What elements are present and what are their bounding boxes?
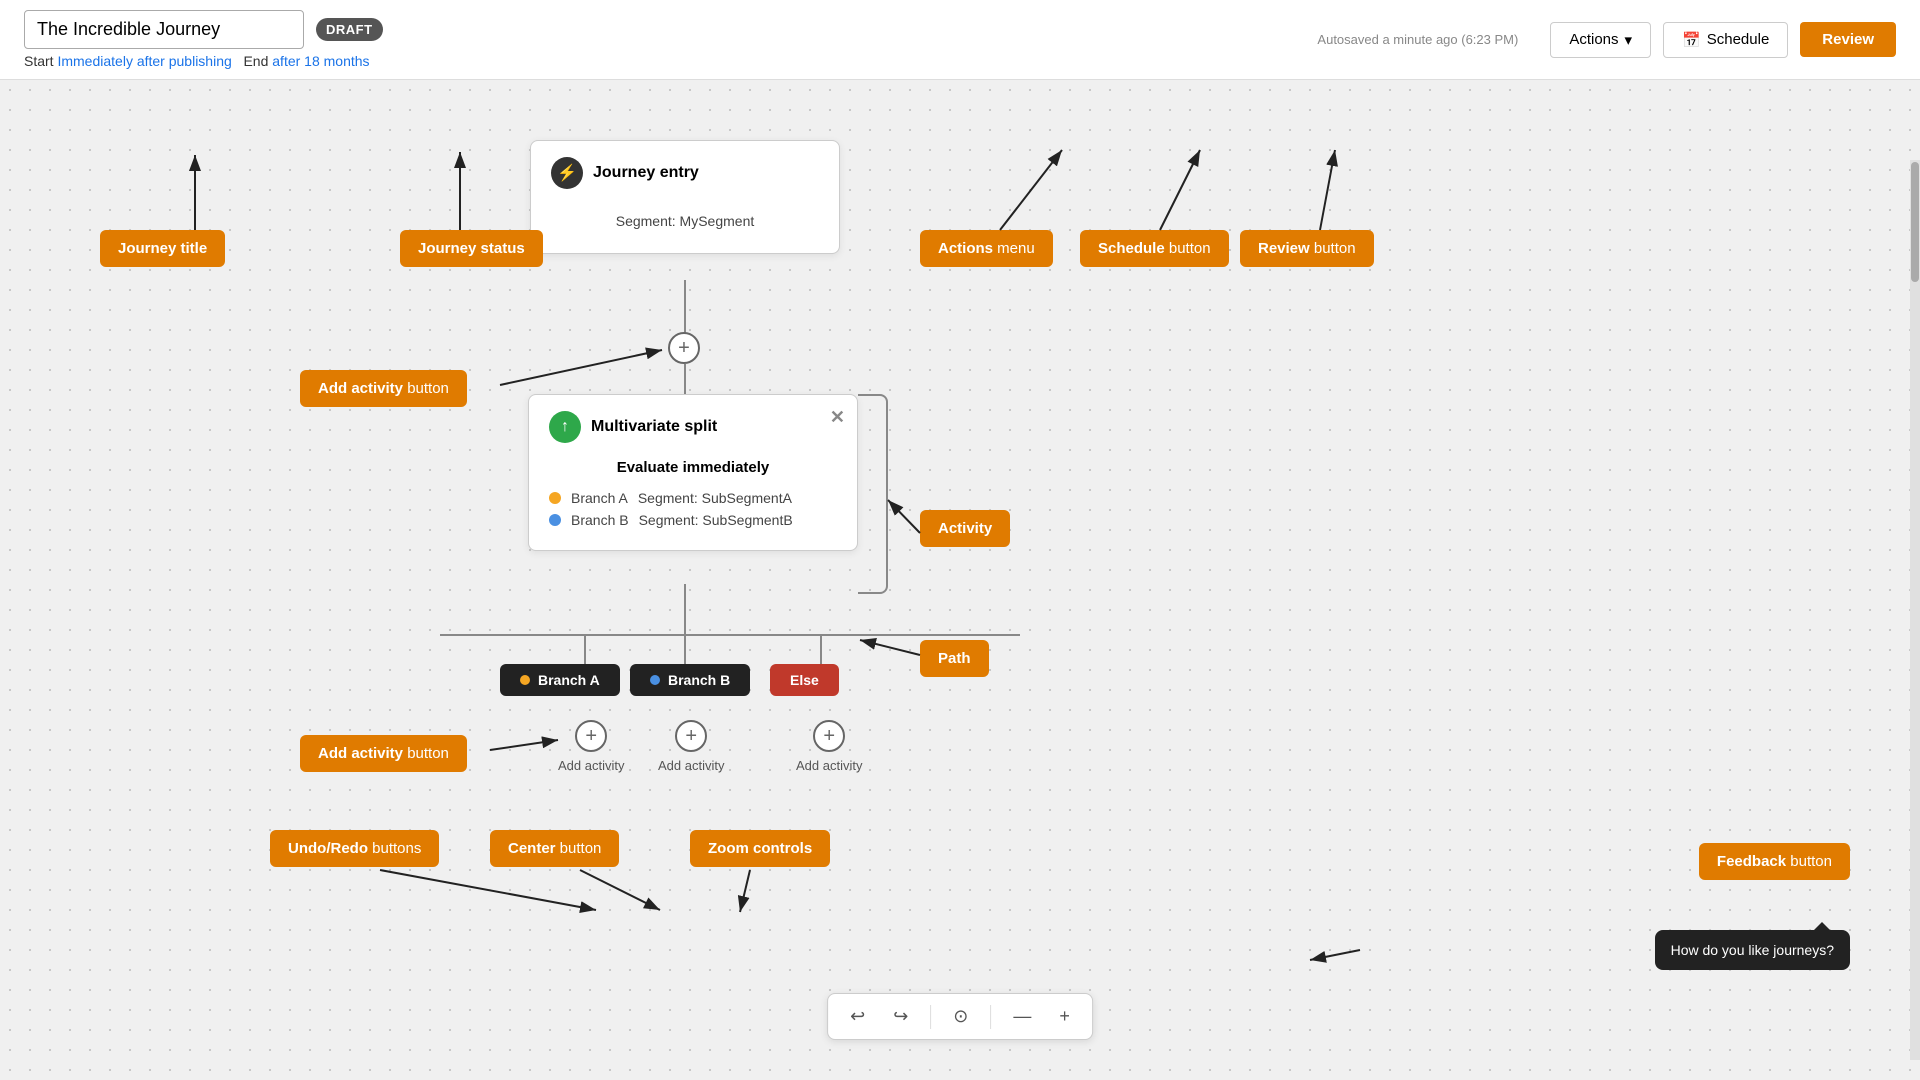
annotation-journey-status: Journey status	[400, 230, 543, 267]
branch-a-label: Branch A	[571, 490, 628, 506]
title-area: DRAFT Start Immediately after publishing…	[24, 10, 383, 69]
mv-card-header: ↑ Multivariate split ✕	[549, 411, 837, 443]
branch-b-segment: Segment: SubSegmentB	[639, 512, 793, 528]
schedule-button[interactable]: 📅 Schedule	[1663, 22, 1788, 58]
close-mv-button[interactable]: ✕	[830, 407, 845, 428]
add-activity-group-b: + Add activity	[658, 720, 724, 773]
else-pill: Else	[770, 664, 839, 696]
mv-icon: ↑	[549, 411, 581, 443]
branch-a-dot	[549, 492, 561, 504]
add-activity-group-a: + Add activity	[558, 720, 624, 773]
entry-icon: ⚡	[551, 157, 583, 189]
topbar: DRAFT Start Immediately after publishing…	[0, 0, 1920, 80]
add-activity-btn-else[interactable]: +	[813, 720, 845, 752]
branch-b-pill-dot	[650, 675, 660, 685]
annotation-schedule-button: Schedule button	[1080, 230, 1229, 267]
annotation-add-activity-top: Add activity button	[300, 370, 467, 407]
bracket-right	[858, 394, 888, 594]
branch-a-pill-label: Branch A	[538, 672, 600, 688]
scrollbar[interactable]	[1910, 160, 1920, 1060]
connector-v-branch-a	[584, 634, 586, 664]
connector-v-branch-b	[684, 634, 686, 664]
zoom-out-button[interactable]: —	[1007, 1002, 1037, 1031]
start-label: Start	[24, 53, 54, 69]
mv-evaluate-label: Evaluate immediately	[549, 459, 837, 476]
branch-b-pill: Branch B	[630, 664, 750, 696]
redo-button[interactable]: ↪	[887, 1002, 914, 1031]
connector-entry-to-plus	[684, 280, 686, 335]
feedback-text: How do you like journeys?	[1671, 942, 1834, 958]
calendar-icon: 📅	[1682, 31, 1701, 49]
start-link[interactable]: Immediately after publishing	[57, 53, 231, 69]
draft-badge: DRAFT	[316, 18, 383, 41]
schedule-info: Start Immediately after publishing End a…	[24, 53, 383, 69]
annotation-journey-title: Journey title	[100, 230, 225, 267]
review-label: Review	[1822, 31, 1874, 48]
connector-v-else	[820, 634, 822, 664]
connector-plus-to-mv	[684, 364, 686, 394]
branch-b-pill-label: Branch B	[668, 672, 730, 688]
branch-b-dot	[549, 514, 561, 526]
review-button[interactable]: Review	[1800, 22, 1896, 57]
bottom-toolbar: ↩ ↪ ⊙ — +	[827, 993, 1093, 1040]
journey-title-input[interactable]	[24, 10, 304, 49]
canvas: ⚡ Journey entry Segment: MySegment + ↑ M…	[0, 80, 1920, 1080]
connector-h-split	[440, 634, 1020, 636]
end-link[interactable]: after 18 months	[272, 53, 369, 69]
annotation-zoom: Zoom controls	[690, 830, 830, 867]
annotation-review-button: Review button	[1240, 230, 1374, 267]
annotation-add-activity-bottom: Add activity button	[300, 735, 467, 772]
card-header: ⚡ Journey entry	[551, 157, 819, 189]
annotation-path: Path	[920, 640, 989, 677]
multivariate-card: ↑ Multivariate split ✕ Evaluate immediat…	[528, 394, 858, 551]
autosave-text: Autosaved a minute ago (6:23 PM)	[1317, 32, 1518, 47]
add-activity-group-else: + Add activity	[796, 720, 862, 773]
branch-a-segment: Segment: SubSegmentA	[638, 490, 792, 506]
annotation-feedback: Feedback button	[1699, 843, 1850, 880]
toolbar-divider-2	[990, 1005, 991, 1029]
schedule-label: Schedule	[1707, 31, 1770, 48]
mv-branch-b-row: Branch B Segment: SubSegmentB	[549, 512, 837, 528]
mv-title: Multivariate split	[591, 418, 717, 436]
branch-a-pill-dot	[520, 675, 530, 685]
connector-mv-to-split	[684, 584, 686, 634]
journey-entry-content: Segment: MySegment	[551, 205, 819, 237]
add-activity-btn-a[interactable]: +	[575, 720, 607, 752]
undo-button[interactable]: ↩	[844, 1002, 871, 1031]
add-activity-label-b: Add activity	[658, 758, 724, 773]
add-activity-label-else: Add activity	[796, 758, 862, 773]
journey-entry-title: Journey entry	[593, 164, 699, 182]
branch-a-pill: Branch A	[500, 664, 620, 696]
actions-label: Actions	[1569, 31, 1618, 48]
else-pill-label: Else	[790, 672, 819, 688]
scrollbar-thumb[interactable]	[1911, 162, 1919, 282]
journey-entry-card: ⚡ Journey entry Segment: MySegment	[530, 140, 840, 254]
zoom-in-button[interactable]: +	[1053, 1002, 1076, 1031]
annotation-center: Center button	[490, 830, 619, 867]
chevron-down-icon: ▾	[1625, 31, 1633, 49]
center-button[interactable]: ⊙	[947, 1002, 974, 1031]
annotation-actions-menu: Actions menu	[920, 230, 1053, 267]
title-row: DRAFT	[24, 10, 383, 49]
feedback-bubble[interactable]: How do you like journeys?	[1655, 930, 1850, 970]
mv-branch-a-row: Branch A Segment: SubSegmentA	[549, 490, 837, 506]
branch-b-label: Branch B	[571, 512, 629, 528]
add-activity-label-a: Add activity	[558, 758, 624, 773]
add-activity-btn-b[interactable]: +	[675, 720, 707, 752]
annotation-activity: Activity	[920, 510, 1010, 547]
annotation-undo-redo: Undo/Redo buttons	[270, 830, 439, 867]
add-activity-btn-top[interactable]: +	[668, 332, 700, 364]
end-label: End	[243, 53, 268, 69]
actions-button[interactable]: Actions ▾	[1550, 22, 1651, 58]
toolbar-divider-1	[930, 1005, 931, 1029]
